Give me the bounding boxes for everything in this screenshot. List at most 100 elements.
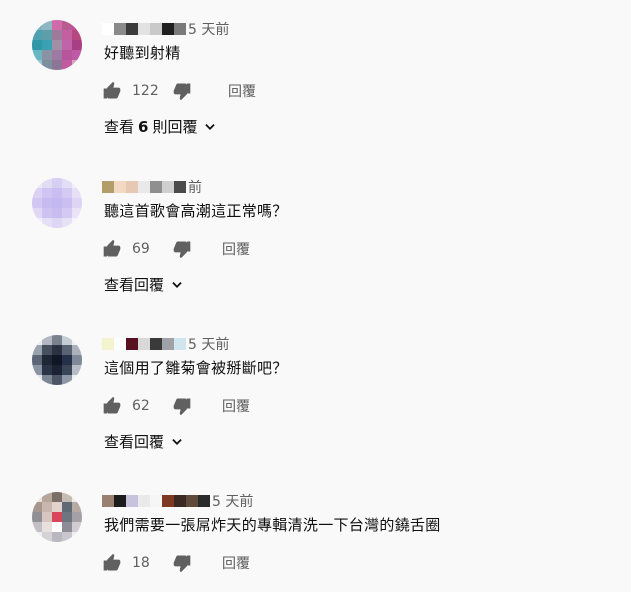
comment-timestamp[interactable]: 5 天前 [188,334,229,354]
avatar-mosaic-cell [32,375,42,385]
avatar-mosaic-cell [72,365,82,375]
author-name[interactable] [102,337,186,351]
like-button[interactable] [102,553,122,573]
view-replies-button[interactable]: 查看 6 則回覆 [104,116,217,137]
author-name-mosaic-cell [126,495,138,507]
avatar-mosaic-cell [72,20,82,30]
dislike-button[interactable] [172,396,192,416]
avatar-mosaic-cell [32,512,42,522]
author-name-mosaic-cell [102,23,114,35]
avatar[interactable] [32,178,82,228]
avatar-mosaic-cell [42,355,52,365]
like-count: 122 [132,83,159,99]
comment-actions: 122 回覆 [102,76,256,106]
avatar-mosaic-cell [62,335,72,345]
avatar-mosaic-cell [42,335,52,345]
like-button[interactable] [102,239,122,259]
avatar-mosaic-cell [72,178,82,188]
comment-text: 好聽到射精 [104,44,181,62]
avatar-mosaic-cell [32,208,42,218]
avatar-mosaic-cell [32,188,42,198]
avatar-mosaic-cell [62,375,72,385]
author-name-mosaic-cell [114,495,126,507]
avatar-mosaic-cell [62,218,72,228]
avatar-mosaic-cell [72,492,82,502]
view-replies-count: 6 [138,117,149,136]
comment-text: 聽這首歌會高潮這正常嗎？ [104,202,288,220]
like-count: 62 [132,398,150,414]
avatar-mosaic-cell [32,60,42,70]
author-name-mosaic-cell [114,181,126,193]
comment-timestamp[interactable]: 5 天前 [188,19,229,39]
avatar-mosaic-cell [62,50,72,60]
avatar-mosaic-cell [72,50,82,60]
avatar-mosaic-cell [72,502,82,512]
comment-text: 這個用了雛菊會被掰斷吧？ [104,359,288,377]
like-count: 18 [132,555,150,571]
comment-timestamp[interactable]: 前 [188,177,202,197]
avatar-mosaic-cell [32,502,42,512]
avatar-mosaic-cell [32,30,42,40]
thumbs-down-icon [173,241,191,259]
avatar-mosaic-cell [32,345,42,355]
reply-button[interactable]: 回覆 [222,396,250,416]
avatar-mosaic-cell [62,30,72,40]
comment-timestamp[interactable]: 5 天前 [212,491,253,511]
thumbs-up-icon [103,396,121,414]
avatar[interactable] [32,20,82,70]
dislike-button[interactable] [172,239,192,259]
avatar-mosaic-cell [42,198,52,208]
view-replies-button[interactable]: 查看回覆 [104,431,184,452]
author-name-mosaic-cell [174,338,186,350]
author-name-mosaic-cell [102,495,114,507]
view-replies-suffix: 則回覆 [152,118,198,136]
avatar-mosaic-cell [42,208,52,218]
avatar-mosaic-cell [72,522,82,532]
author-name-mosaic-cell [114,338,126,350]
view-replies-label: 查看回覆 [104,433,165,451]
avatar-mosaic-cell [42,178,52,188]
avatar-mosaic-cell [52,345,62,355]
thumbs-down-icon [173,555,191,573]
author-name-mosaic-cell [138,23,150,35]
avatar-mosaic-cell [32,492,42,502]
comment-actions: 69 回覆 [102,234,250,264]
author-name[interactable] [102,180,186,194]
avatar-mosaic-cell [42,532,52,542]
like-button[interactable] [102,396,122,416]
author-name-mosaic-cell [174,495,186,507]
thumbs-up-icon [103,81,121,99]
avatar-mosaic-cell [52,512,62,522]
avatar-mosaic-cell [72,30,82,40]
author-name[interactable] [102,22,186,36]
avatar-mosaic-cell [62,178,72,188]
avatar-mosaic-cell [32,335,42,345]
author-name-mosaic-cell [138,181,150,193]
avatar-mosaic-cell [32,20,42,30]
author-name-mosaic-cell [138,495,150,507]
avatar-mosaic-cell [32,198,42,208]
author-name-mosaic-cell [162,338,174,350]
dislike-button[interactable] [172,553,192,573]
avatar-mosaic-cell [72,345,82,355]
like-button[interactable] [102,81,122,101]
view-replies-button[interactable]: 查看回覆 [104,274,184,295]
avatar-mosaic-cell [52,492,62,502]
chevron-down-icon [205,123,216,130]
avatar[interactable] [32,492,82,542]
dislike-button[interactable] [172,81,192,101]
avatar-mosaic-cell [72,375,82,385]
author-name-mosaic-cell [162,181,174,193]
avatar[interactable] [32,335,82,385]
reply-button[interactable]: 回覆 [222,553,250,573]
author-name-mosaic-cell [198,495,210,507]
thumbs-down-icon [173,83,191,101]
author-name-mosaic-cell [162,23,174,35]
avatar-mosaic-cell [42,502,52,512]
reply-button[interactable]: 回覆 [228,81,256,101]
reply-button[interactable]: 回覆 [222,239,250,259]
avatar-mosaic-cell [32,40,42,50]
author-name[interactable] [102,494,210,508]
avatar-mosaic-cell [32,218,42,228]
avatar-mosaic-cell [52,40,62,50]
